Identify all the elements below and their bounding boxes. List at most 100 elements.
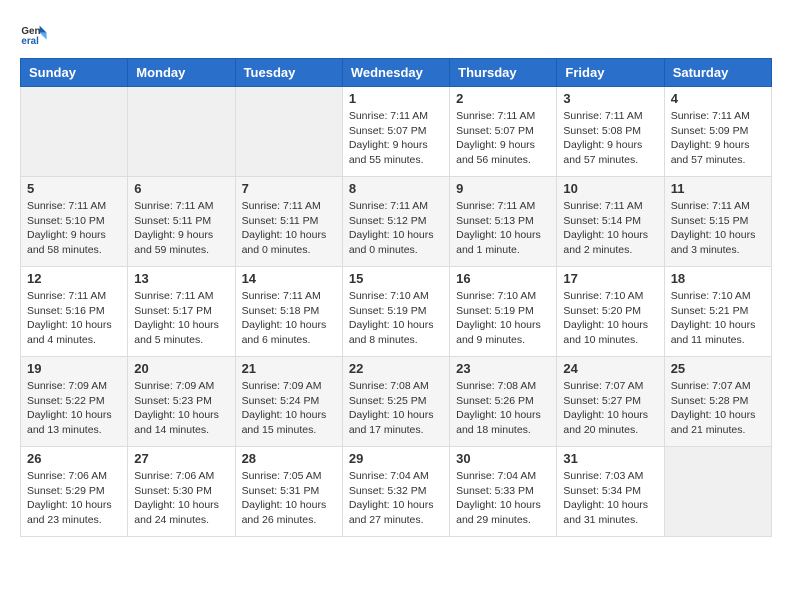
day-number: 27: [134, 451, 228, 466]
weekday-header-tuesday: Tuesday: [235, 59, 342, 87]
day-info: Sunrise: 7:06 AM Sunset: 5:29 PM Dayligh…: [27, 469, 121, 528]
day-info: Sunrise: 7:07 AM Sunset: 5:28 PM Dayligh…: [671, 379, 765, 438]
day-number: 14: [242, 271, 336, 286]
calendar-cell: 19 Sunrise: 7:09 AM Sunset: 5:22 PM Dayli…: [21, 357, 128, 447]
day-number: 2: [456, 91, 550, 106]
day-number: 24: [563, 361, 657, 376]
logo-icon: Gen eral: [20, 20, 48, 48]
day-info: Sunrise: 7:11 AM Sunset: 5:09 PM Dayligh…: [671, 109, 765, 168]
day-number: 4: [671, 91, 765, 106]
weekday-header-friday: Friday: [557, 59, 664, 87]
day-info: Sunrise: 7:11 AM Sunset: 5:12 PM Dayligh…: [349, 199, 443, 258]
calendar-cell: 6 Sunrise: 7:11 AM Sunset: 5:11 PM Daylig…: [128, 177, 235, 267]
calendar-cell: 22Sunrise: 7:08 AM Sunset: 5:25 PM Dayli…: [342, 357, 449, 447]
day-number: 12: [27, 271, 121, 286]
day-info: Sunrise: 7:10 AM Sunset: 5:19 PM Dayligh…: [456, 289, 550, 348]
calendar-cell: 1 Sunrise: 7:11 AM Sunset: 5:07 PM Daylig…: [342, 87, 449, 177]
calendar-cell: 3 Sunrise: 7:11 AM Sunset: 5:08 PM Daylig…: [557, 87, 664, 177]
calendar-cell: 11 Sunrise: 7:11 AM Sunset: 5:15 PM Dayli…: [664, 177, 771, 267]
calendar-cell: 4 Sunrise: 7:11 AM Sunset: 5:09 PM Daylig…: [664, 87, 771, 177]
calendar-cell: 8 Sunrise: 7:11 AM Sunset: 5:12 PM Daylig…: [342, 177, 449, 267]
day-number: 9: [456, 181, 550, 196]
day-number: 6: [134, 181, 228, 196]
day-number: 16: [456, 271, 550, 286]
calendar-cell: 28 Sunrise: 7:05 AM Sunset: 5:31 PM Dayli…: [235, 447, 342, 537]
calendar-cell: 30 Sunrise: 7:04 AM Sunset: 5:33 PM Dayli…: [450, 447, 557, 537]
day-info: Sunrise: 7:11 AM Sunset: 5:16 PM Dayligh…: [27, 289, 121, 348]
day-number: 30: [456, 451, 550, 466]
day-number: 5: [27, 181, 121, 196]
day-info: Sunrise: 7:05 AM Sunset: 5:31 PM Dayligh…: [242, 469, 336, 528]
day-info: Sunrise: 7:09 AM Sunset: 5:23 PM Dayligh…: [134, 379, 228, 438]
calendar-cell: [128, 87, 235, 177]
calendar-cell: [664, 447, 771, 537]
day-info: Sunrise: 7:08 AM Sunset: 5:26 PM Dayligh…: [456, 379, 550, 438]
day-info: Sunrise: 7:03 AM Sunset: 5:34 PM Dayligh…: [563, 469, 657, 528]
day-info: Sunrise: 7:11 AM Sunset: 5:14 PM Dayligh…: [563, 199, 657, 258]
day-number: 11: [671, 181, 765, 196]
day-number: 1: [349, 91, 443, 106]
weekday-header-thursday: Thursday: [450, 59, 557, 87]
weekday-header-sunday: Sunday: [21, 59, 128, 87]
day-info: Sunrise: 7:11 AM Sunset: 5:11 PM Dayligh…: [134, 199, 228, 258]
day-number: 8: [349, 181, 443, 196]
day-number: 3: [563, 91, 657, 106]
day-number: 17: [563, 271, 657, 286]
day-info: Sunrise: 7:08 AM Sunset: 5:25 PM Dayligh…: [349, 379, 443, 438]
day-info: Sunrise: 7:11 AM Sunset: 5:15 PM Dayligh…: [671, 199, 765, 258]
weekday-header-monday: Monday: [128, 59, 235, 87]
calendar-cell: 21 Sunrise: 7:09 AM Sunset: 5:24 PM Dayli…: [235, 357, 342, 447]
calendar-cell: 13Sunrise: 7:11 AM Sunset: 5:17 PM Dayli…: [128, 267, 235, 357]
calendar-cell: [21, 87, 128, 177]
calendar-cell: [235, 87, 342, 177]
calendar-cell: 17 Sunrise: 7:10 AM Sunset: 5:20 PM Dayli…: [557, 267, 664, 357]
day-number: 19: [27, 361, 121, 376]
week-row-3: 12 Sunrise: 7:11 AM Sunset: 5:16 PM Dayli…: [21, 267, 772, 357]
day-info: Sunrise: 7:09 AM Sunset: 5:22 PM Dayligh…: [27, 379, 121, 438]
calendar-cell: 29Sunrise: 7:04 AM Sunset: 5:32 PM Dayli…: [342, 447, 449, 537]
day-info: Sunrise: 7:09 AM Sunset: 5:24 PM Dayligh…: [242, 379, 336, 438]
calendar-cell: 26 Sunrise: 7:06 AM Sunset: 5:29 PM Dayli…: [21, 447, 128, 537]
day-info: Sunrise: 7:04 AM Sunset: 5:32 PM Dayligh…: [349, 469, 443, 528]
calendar-cell: 2 Sunrise: 7:11 AM Sunset: 5:07 PM Daylig…: [450, 87, 557, 177]
day-number: 25: [671, 361, 765, 376]
day-info: Sunrise: 7:10 AM Sunset: 5:21 PM Dayligh…: [671, 289, 765, 348]
day-number: 28: [242, 451, 336, 466]
calendar-cell: 15 Sunrise: 7:10 AM Sunset: 5:19 PM Dayli…: [342, 267, 449, 357]
day-number: 26: [27, 451, 121, 466]
day-number: 7: [242, 181, 336, 196]
day-info: Sunrise: 7:10 AM Sunset: 5:19 PM Dayligh…: [349, 289, 443, 348]
day-number: 21: [242, 361, 336, 376]
day-info: Sunrise: 7:11 AM Sunset: 5:07 PM Dayligh…: [456, 109, 550, 168]
weekday-header-saturday: Saturday: [664, 59, 771, 87]
calendar-cell: 23 Sunrise: 7:08 AM Sunset: 5:26 PM Dayli…: [450, 357, 557, 447]
calendar-cell: 7Sunrise: 7:11 AM Sunset: 5:11 PM Daylig…: [235, 177, 342, 267]
svg-text:eral: eral: [21, 36, 39, 47]
calendar-cell: 31 Sunrise: 7:03 AM Sunset: 5:34 PM Dayli…: [557, 447, 664, 537]
calendar-table: SundayMondayTuesdayWednesdayThursdayFrid…: [20, 58, 772, 537]
day-info: Sunrise: 7:11 AM Sunset: 5:10 PM Dayligh…: [27, 199, 121, 258]
day-number: 15: [349, 271, 443, 286]
day-info: Sunrise: 7:07 AM Sunset: 5:27 PM Dayligh…: [563, 379, 657, 438]
calendar-cell: 25 Sunrise: 7:07 AM Sunset: 5:28 PM Dayli…: [664, 357, 771, 447]
week-row-2: 5 Sunrise: 7:11 AM Sunset: 5:10 PM Daylig…: [21, 177, 772, 267]
day-info: Sunrise: 7:11 AM Sunset: 5:07 PM Dayligh…: [349, 109, 443, 168]
day-number: 31: [563, 451, 657, 466]
calendar-cell: 10 Sunrise: 7:11 AM Sunset: 5:14 PM Dayli…: [557, 177, 664, 267]
logo: Gen eral: [20, 20, 52, 48]
calendar-cell: 16 Sunrise: 7:10 AM Sunset: 5:19 PM Dayli…: [450, 267, 557, 357]
day-info: Sunrise: 7:11 AM Sunset: 5:18 PM Dayligh…: [242, 289, 336, 348]
calendar-cell: 24 Sunrise: 7:07 AM Sunset: 5:27 PM Dayli…: [557, 357, 664, 447]
weekday-header-wednesday: Wednesday: [342, 59, 449, 87]
day-number: 13: [134, 271, 228, 286]
calendar-cell: 18 Sunrise: 7:10 AM Sunset: 5:21 PM Dayli…: [664, 267, 771, 357]
day-number: 23: [456, 361, 550, 376]
calendar-cell: 5 Sunrise: 7:11 AM Sunset: 5:10 PM Daylig…: [21, 177, 128, 267]
day-info: Sunrise: 7:10 AM Sunset: 5:20 PM Dayligh…: [563, 289, 657, 348]
day-number: 18: [671, 271, 765, 286]
day-info: Sunrise: 7:11 AM Sunset: 5:08 PM Dayligh…: [563, 109, 657, 168]
day-number: 10: [563, 181, 657, 196]
day-info: Sunrise: 7:04 AM Sunset: 5:33 PM Dayligh…: [456, 469, 550, 528]
week-row-4: 19 Sunrise: 7:09 AM Sunset: 5:22 PM Dayli…: [21, 357, 772, 447]
week-row-1: 1 Sunrise: 7:11 AM Sunset: 5:07 PM Daylig…: [21, 87, 772, 177]
